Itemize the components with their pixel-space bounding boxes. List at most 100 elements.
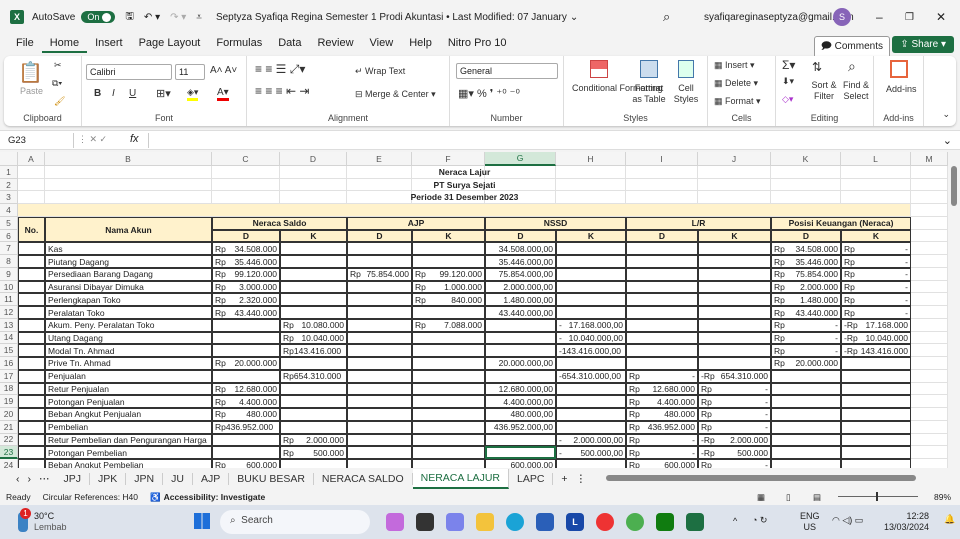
autosave-toggle[interactable]: On [81, 11, 116, 23]
minimize-icon[interactable]: – [876, 10, 883, 24]
row-header[interactable]: 2 [0, 178, 18, 192]
collapse-ribbon-icon[interactable]: ⌄ [942, 109, 950, 120]
sheet-tab-ju[interactable]: JU [163, 472, 193, 485]
amount-cell[interactable]: Rp 12.680.000 [212, 382, 280, 396]
save-icon[interactable]: 🖫 [125, 9, 134, 26]
cell-no[interactable] [18, 255, 45, 268]
customize-qat-icon[interactable]: ⩡ [196, 12, 202, 23]
account-name[interactable]: Asuransi Dibayar Dimuka [45, 280, 212, 294]
amount-cell[interactable]: Rp 2.000.000 [280, 433, 347, 447]
menu-page-layout[interactable]: Page Layout [131, 37, 209, 53]
amount-cell[interactable]: Rp - [626, 433, 698, 447]
cell[interactable] [911, 344, 948, 358]
column-header-C[interactable]: C [212, 152, 280, 166]
amount-cell[interactable] [347, 408, 412, 421]
amount-cell[interactable] [280, 382, 347, 396]
header-group[interactable]: Posisi Keuangan (Neraca) [771, 216, 911, 230]
menu-help[interactable]: Help [401, 37, 440, 53]
sheet-tab-neraca-saldo[interactable]: NERACA SALDO [314, 472, 413, 485]
amount-cell[interactable] [212, 369, 280, 383]
amount-cell[interactable]: -2.000.000,00 [556, 433, 626, 447]
amount-cell[interactable]: Rp 43.440.000 [771, 306, 841, 319]
amount-cell[interactable] [347, 318, 412, 332]
amount-cell[interactable] [771, 395, 841, 409]
font-size-select[interactable]: 11 [175, 64, 205, 80]
amount-cell[interactable]: -10.040.000,00 [556, 331, 626, 345]
amount-cell[interactable]: -143.416.000,00 [556, 344, 626, 358]
amount-cell[interactable] [771, 433, 841, 447]
underline-button[interactable]: U [129, 88, 136, 99]
format-painter-icon[interactable]: 🖌 [54, 96, 65, 107]
search-icon[interactable]: ⌕ [663, 9, 670, 25]
avatar[interactable]: S [833, 8, 851, 26]
amount-cell[interactable]: Rp 7.088.000 [412, 318, 485, 332]
row-header[interactable]: 11 [0, 293, 18, 307]
amount-cell[interactable] [556, 293, 626, 307]
chrome-profile-icon[interactable] [626, 513, 644, 531]
header-debit[interactable]: D [626, 229, 698, 243]
excel-taskbar-icon[interactable] [686, 513, 704, 531]
amount-cell[interactable]: Rp - [771, 318, 841, 332]
amount-cell[interactable] [556, 280, 626, 294]
amount-cell[interactable] [841, 446, 911, 459]
amount-cell[interactable] [698, 267, 771, 281]
amount-cell[interactable]: Rp143.416.000 [280, 344, 347, 358]
undo-icon[interactable]: ↶ ▾ [144, 12, 160, 23]
amount-cell[interactable] [556, 357, 626, 370]
delete-cells-button[interactable]: ▦ Delete ▾ [714, 78, 758, 89]
account-name[interactable]: Retur Pembelian dan Pengurangan Harga [45, 433, 212, 447]
column-header-G[interactable]: G [485, 152, 556, 166]
account-name[interactable]: Pembelian [45, 420, 212, 434]
cell-no[interactable] [18, 293, 45, 307]
cell-no[interactable] [18, 318, 45, 332]
sheet-title[interactable]: PT Surya Sejati [18, 179, 911, 192]
autosum-icon[interactable]: Σ▾ [782, 58, 795, 72]
row-header[interactable]: 10 [0, 280, 18, 294]
amount-cell[interactable] [280, 420, 347, 434]
cell[interactable] [911, 191, 948, 205]
amount-cell[interactable] [280, 280, 347, 294]
cut-icon[interactable]: ✂ [54, 60, 62, 71]
amount-cell[interactable]: Rp 1.480.000 [771, 293, 841, 307]
font-name-select[interactable]: Calibri [86, 64, 172, 80]
header-debit[interactable]: D [771, 229, 841, 243]
column-header-F[interactable]: F [412, 152, 485, 166]
amount-cell[interactable] [698, 255, 771, 268]
vertical-scrollbar[interactable] [948, 152, 960, 468]
amount-cell[interactable]: Rp 35.446.000 [771, 255, 841, 268]
amount-cell[interactable] [698, 318, 771, 332]
header-group[interactable]: AJP [347, 216, 485, 230]
row-header[interactable]: 23 [0, 446, 18, 459]
amount-cell[interactable] [841, 382, 911, 396]
amount-cell[interactable] [771, 382, 841, 396]
cell-no[interactable] [18, 459, 45, 468]
amount-cell[interactable] [841, 459, 911, 468]
amount-cell[interactable] [412, 446, 485, 459]
amount-cell[interactable]: Rp 75.854.000 [771, 267, 841, 281]
cell-no[interactable] [18, 382, 45, 396]
amount-cell[interactable] [347, 382, 412, 396]
row-header[interactable]: 16 [0, 357, 18, 370]
row-header[interactable]: 21 [0, 420, 18, 434]
cell-no[interactable] [18, 369, 45, 383]
account-email[interactable]: syafiqareginaseptyza@gmail.com [704, 12, 854, 23]
fx-icon[interactable]: fx [130, 133, 139, 145]
amount-cell[interactable] [412, 382, 485, 396]
amount-cell[interactable]: Rp 2.000.000 [771, 280, 841, 294]
amount-cell[interactable]: Rp 600.000 [212, 459, 280, 468]
column-header-E[interactable]: E [347, 152, 412, 166]
fill-color-icon[interactable]: ◈▾ [187, 87, 199, 101]
format-as-table-icon[interactable] [640, 60, 658, 78]
circular-references[interactable]: Circular References: H40 [43, 492, 138, 502]
amount-cell[interactable] [841, 395, 911, 409]
cell[interactable] [911, 420, 948, 434]
amount-cell[interactable]: 1.480.000,00 [485, 293, 556, 307]
row-header[interactable]: 17 [0, 369, 18, 383]
amount-cell[interactable] [841, 420, 911, 434]
amount-cell[interactable]: -Rp 17.168.000 [841, 318, 911, 332]
redo-icon[interactable]: ↷ ▾ [170, 12, 186, 23]
amount-cell[interactable]: -654.310.000,00 [556, 369, 626, 383]
amount-cell[interactable] [347, 331, 412, 345]
account-name[interactable]: Beban Angkut Penjualan [45, 408, 212, 421]
amount-cell[interactable]: Rp 840.000 [412, 293, 485, 307]
